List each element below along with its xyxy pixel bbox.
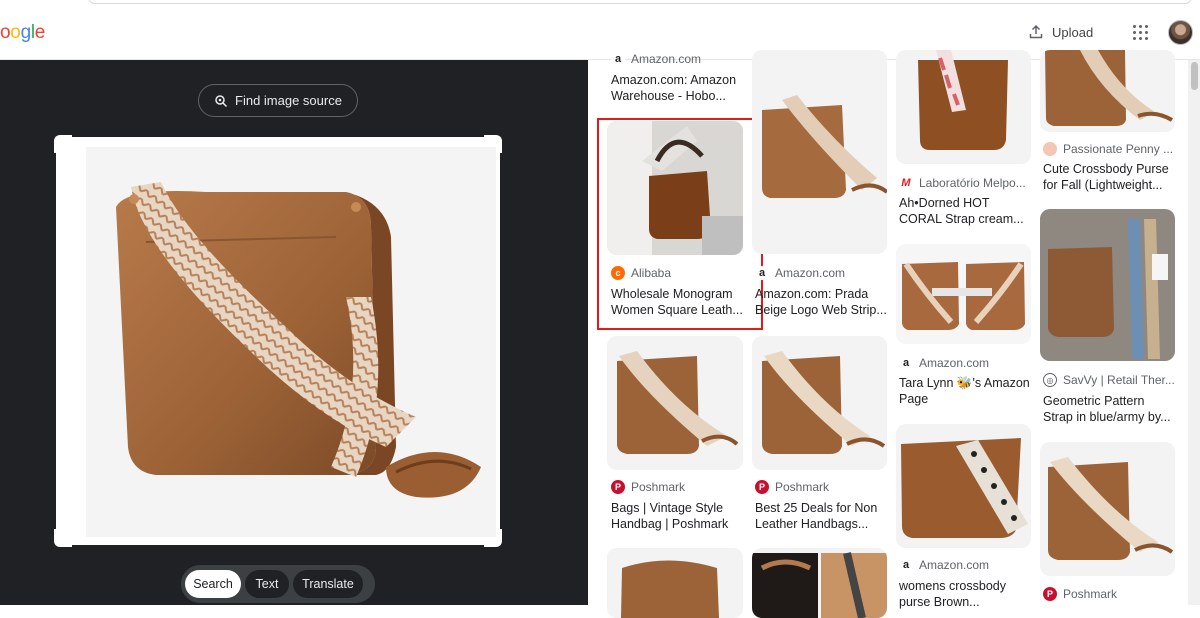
result-source: P Poshmark xyxy=(1043,587,1117,601)
bag-image xyxy=(116,182,481,498)
query-image-content xyxy=(86,147,496,537)
result-title[interactable]: womens crossbody purse Brown... xyxy=(899,578,1031,610)
result-thumbnail[interactable] xyxy=(1040,442,1175,576)
upload-label: Upload xyxy=(1052,24,1094,40)
result-source: M Laboratório Melpo... xyxy=(899,176,1026,190)
amazon-icon: a xyxy=(611,52,625,66)
result-thumbnail[interactable] xyxy=(607,336,743,470)
result-thumbnail[interactable] xyxy=(1040,209,1175,361)
melpo-icon: M xyxy=(899,176,913,190)
query-image[interactable] xyxy=(54,135,502,547)
find-image-source-label: Find image source xyxy=(235,93,342,108)
mode-switcher: Search Text Translate xyxy=(181,565,375,603)
amazon-icon: a xyxy=(899,356,913,370)
result-source: ◎ SavVy | Retail Ther... xyxy=(1043,373,1175,387)
crop-handle-bottom-left[interactable] xyxy=(54,529,72,547)
mode-text-tab[interactable]: Text xyxy=(245,570,289,598)
amazon-icon: a xyxy=(755,266,769,280)
passionate-penny-icon xyxy=(1043,142,1057,156)
upload-icon xyxy=(1029,24,1043,39)
search-box-edge[interactable] xyxy=(88,0,1192,4)
result-title[interactable]: Ah•Dorned HOT CORAL Strap cream... xyxy=(899,195,1031,227)
result-thumbnail[interactable] xyxy=(752,50,887,254)
result-source: a Amazon.com xyxy=(611,52,701,66)
result-title[interactable]: Bags | Vintage Style Handbag | Poshmark xyxy=(611,500,743,532)
result-title[interactable]: Amazon.com: Prada Beige Logo Web Strip..… xyxy=(755,286,887,318)
result-title[interactable]: Amazon.com: Amazon Warehouse - Hobo... xyxy=(611,72,743,104)
apps-grid-icon[interactable] xyxy=(1133,25,1148,40)
mode-translate-tab[interactable]: Translate xyxy=(293,570,363,598)
result-source: P Poshmark xyxy=(611,480,685,494)
result-thumbnail[interactable] xyxy=(896,244,1031,344)
crop-handle-bottom-right[interactable] xyxy=(484,529,502,547)
result-source: a Amazon.com xyxy=(899,558,989,572)
logo-letter: e xyxy=(34,22,46,43)
result-thumbnail[interactable] xyxy=(896,424,1031,548)
google-logo[interactable]: oogle xyxy=(0,22,45,44)
result-title[interactable]: Geometric Pattern Strap in blue/army by.… xyxy=(1043,393,1175,425)
result-thumbnail[interactable] xyxy=(607,121,743,255)
alibaba-icon: c xyxy=(611,266,625,280)
result-source: Passionate Penny ... xyxy=(1043,142,1173,156)
scrollbar-thumb[interactable] xyxy=(1191,62,1198,90)
image-preview-panel: Find image source Search Text Translate xyxy=(0,60,588,605)
logo-letter: o xyxy=(0,22,11,43)
result-thumbnail[interactable] xyxy=(1040,50,1175,132)
poshmark-icon: P xyxy=(611,480,625,494)
crop-handle-top-left[interactable] xyxy=(54,135,72,153)
result-title[interactable]: Best 25 Deals for Non Leather Handbags..… xyxy=(755,500,887,532)
globe-icon: ◎ xyxy=(1043,373,1057,387)
account-avatar[interactable] xyxy=(1168,20,1193,45)
mode-search-tab[interactable]: Search xyxy=(185,570,241,598)
lens-search-icon xyxy=(215,94,228,107)
result-thumbnail[interactable] xyxy=(607,548,743,618)
result-thumbnail[interactable] xyxy=(752,548,887,618)
logo-letter: o xyxy=(10,22,21,43)
results-scrollbar[interactable] xyxy=(1188,60,1200,605)
result-source: a Amazon.com xyxy=(755,266,845,280)
result-source: c Alibaba xyxy=(611,266,671,280)
result-thumbnail[interactable] xyxy=(752,336,887,470)
result-source: a Amazon.com xyxy=(899,356,989,370)
result-source: P Poshmark xyxy=(755,480,829,494)
result-title[interactable]: Wholesale Monogram Women Square Leath... xyxy=(611,286,743,318)
result-title[interactable]: Cute Crossbody Purse for Fall (Lightweig… xyxy=(1043,161,1175,193)
amazon-icon: a xyxy=(899,558,913,572)
crop-handle-top-right[interactable] xyxy=(484,135,502,153)
result-title[interactable]: Tara Lynn 🐝's Amazon Page xyxy=(899,375,1031,407)
upload-button[interactable]: Upload xyxy=(1028,24,1093,40)
result-thumbnail[interactable] xyxy=(896,50,1031,164)
find-image-source-button[interactable]: Find image source xyxy=(198,84,358,117)
poshmark-icon: P xyxy=(1043,587,1057,601)
logo-letter: g xyxy=(20,22,32,43)
poshmark-icon: P xyxy=(755,480,769,494)
